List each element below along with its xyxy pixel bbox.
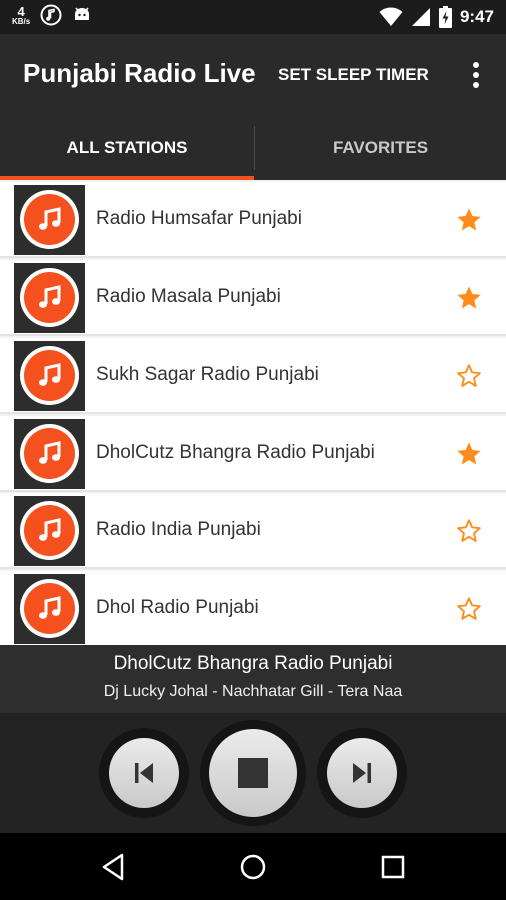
- back-icon[interactable]: [98, 851, 130, 883]
- net-speed-value: 4: [17, 3, 25, 19]
- station-thumbnail: [14, 419, 85, 489]
- status-left: 4 KB/s: [12, 4, 92, 26]
- music-note-icon: [38, 595, 60, 619]
- music-note-icon: [38, 517, 60, 541]
- station-row[interactable]: Sukh Sagar Radio Punjabi: [0, 338, 506, 414]
- music-note-icon: [38, 206, 60, 230]
- station-list[interactable]: Radio Humsafar Punjabi Radio Masala Punj…: [0, 180, 506, 645]
- station-thumbnail: [14, 263, 85, 333]
- star-outline-icon[interactable]: [455, 595, 483, 623]
- now-playing-bar: DholCutz Bhangra Radio Punjabi Dj Lucky …: [0, 645, 506, 713]
- set-sleep-timer-button[interactable]: SET SLEEP TIMER: [278, 65, 429, 85]
- music-note-icon: [38, 362, 60, 386]
- star-outline-icon[interactable]: [455, 517, 483, 545]
- station-name: Radio Masala Punjabi: [96, 286, 281, 307]
- station-name: DholCutz Bhangra Radio Punjabi: [96, 442, 375, 463]
- more-vert-icon[interactable]: [466, 58, 486, 92]
- station-thumbnail: [14, 341, 85, 411]
- tab-favorites[interactable]: FAVORITES: [255, 116, 506, 180]
- stop-button[interactable]: [200, 720, 306, 826]
- next-button[interactable]: [317, 728, 407, 818]
- app-title: Punjabi Radio Live: [23, 58, 256, 88]
- player-controls: [0, 713, 506, 833]
- station-row[interactable]: DholCutz Bhangra Radio Punjabi: [0, 416, 506, 492]
- station-row[interactable]: Radio Humsafar Punjabi: [0, 182, 506, 258]
- station-row[interactable]: Radio India Punjabi: [0, 493, 506, 569]
- music-note-icon: [38, 440, 60, 464]
- status-right: 9:47: [379, 0, 494, 34]
- now-playing-track: Dj Lucky Johal - Nachhatar Gill - Tera N…: [103, 683, 403, 700]
- net-speed-unit: KB/s: [12, 16, 31, 26]
- star-filled-icon[interactable]: [455, 440, 483, 468]
- tab-all-stations[interactable]: ALL STATIONS: [0, 116, 254, 180]
- music-note-icon: [40, 4, 62, 26]
- recents-icon[interactable]: [377, 851, 409, 883]
- app-bar: Punjabi Radio Live SET SLEEP TIMER: [0, 34, 506, 116]
- android-icon: [75, 7, 90, 20]
- home-icon[interactable]: [237, 851, 269, 883]
- station-row[interactable]: Dhol Radio Punjabi: [0, 571, 506, 645]
- star-filled-icon[interactable]: [455, 284, 483, 312]
- station-row[interactable]: Radio Masala Punjabi: [0, 260, 506, 336]
- station-thumbnail: [14, 574, 85, 644]
- star-outline-icon[interactable]: [455, 362, 483, 390]
- station-name: Sukh Sagar Radio Punjabi: [96, 364, 319, 385]
- skip-previous-icon: [135, 763, 153, 783]
- station-thumbnail: [14, 496, 85, 566]
- tab-bar: ALL STATIONS FAVORITES: [0, 116, 506, 180]
- stop-icon: [238, 758, 268, 788]
- wifi-icon: [379, 7, 403, 26]
- status-time: 9:47: [459, 7, 494, 26]
- battery-charging-icon: [438, 6, 452, 28]
- system-nav-bar: [0, 833, 506, 900]
- station-name: Radio India Punjabi: [96, 519, 261, 540]
- cell-signal-icon: [411, 8, 430, 26]
- music-note-icon: [38, 284, 60, 308]
- net-speed-indicator: 4 KB/s: [12, 5, 30, 26]
- previous-button[interactable]: [99, 728, 189, 818]
- now-playing-station: DholCutz Bhangra Radio Punjabi: [113, 653, 393, 674]
- station-name: Dhol Radio Punjabi: [96, 597, 259, 618]
- star-filled-icon[interactable]: [455, 206, 483, 234]
- station-thumbnail: [14, 185, 85, 255]
- skip-next-icon: [353, 763, 371, 783]
- station-name: Radio Humsafar Punjabi: [96, 208, 302, 229]
- status-bar: 4 KB/s 9:47: [0, 0, 506, 34]
